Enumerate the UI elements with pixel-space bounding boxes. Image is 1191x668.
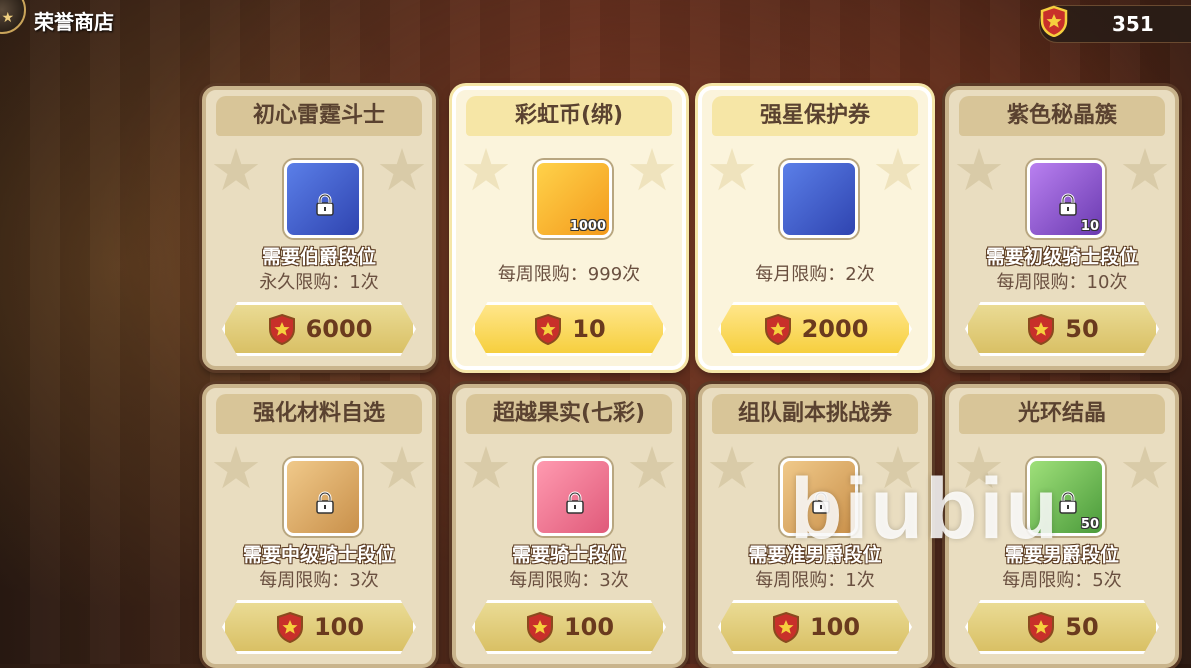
purchase-limit: 每月限购：2次: [755, 264, 875, 285]
purchase-limit: 每周限购：999次: [497, 264, 641, 285]
shop-item-card[interactable]: ★ ★ 彩虹币(绑) 1000 每周限购：999次 10: [452, 86, 686, 370]
item-icon-frame[interactable]: [284, 458, 362, 536]
honor-shield-icon: [535, 313, 562, 345]
buy-button[interactable]: 100: [222, 600, 416, 654]
item-name: 初心雷霆斗士: [216, 96, 422, 136]
star-decoration-icon: ★: [706, 434, 758, 502]
item-name: 紫色秘晶簇: [959, 96, 1165, 136]
item-price: 2000: [801, 315, 869, 343]
item-icon-frame[interactable]: [534, 458, 612, 536]
header-bar: ★ 荣誉商店 351: [0, 0, 1191, 43]
star-decoration-icon: ★: [1119, 434, 1171, 502]
purchase-limit: 每周限购：5次: [1002, 570, 1122, 591]
star-decoration-icon: ★: [626, 434, 678, 502]
item-price: 100: [563, 613, 615, 641]
item-icon-frame[interactable]: [780, 160, 858, 238]
honor-shield-icon: [764, 313, 791, 345]
star-decoration-icon: ★: [953, 136, 1005, 204]
item-icon-frame[interactable]: 10: [1027, 160, 1105, 238]
item-price: 100: [809, 613, 861, 641]
star-decoration-icon: ★: [626, 136, 678, 204]
item-quantity: 10: [1080, 219, 1099, 234]
item-icon-frame[interactable]: [284, 160, 362, 238]
buy-button[interactable]: 6000: [222, 302, 416, 356]
honor-shield-icon: [276, 611, 303, 643]
watermark-text: biubiu: [790, 461, 1060, 557]
honor-shield-icon: [526, 611, 553, 643]
buy-button[interactable]: 100: [718, 600, 912, 654]
item-name: 强化材料自选: [216, 394, 422, 434]
item-icon-frame[interactable]: 1000: [534, 160, 612, 238]
rank-requirement: 需要骑士段位: [511, 544, 626, 566]
item-name: 强星保护券: [712, 96, 918, 136]
buy-button[interactable]: 50: [965, 600, 1159, 654]
star-decoration-icon: ★: [376, 434, 428, 502]
purchase-limit: 每周限购：3次: [259, 570, 379, 591]
honor-shield-icon: [1028, 611, 1055, 643]
shop-item-card[interactable]: ★ ★ 超越果实(七彩) 需要骑士段位 每周限购：3次 100: [452, 384, 686, 668]
rank-requirement: 需要初级骑士段位: [985, 246, 1138, 268]
shop-item-card[interactable]: ★ ★ 强化材料自选需要中级骑士段位 每周限购：3次 100: [202, 384, 436, 668]
star-decoration-icon: ★: [1119, 136, 1171, 204]
item-price: 50: [1065, 315, 1099, 343]
shop-item-card[interactable]: ★ ★ 紫色秘晶簇 10 需要初级骑士段位 每周限购：10次 50: [945, 86, 1179, 370]
star-decoration-icon: ★: [460, 434, 512, 502]
shop-item-card[interactable]: ★ ★ 初心雷霆斗士需要伯爵段位 永久限购：1次 6000: [202, 86, 436, 370]
item-name: 组队副本挑战券: [712, 394, 918, 434]
item-name: 光环结晶: [959, 394, 1165, 434]
item-name: 超越果实(七彩): [466, 394, 672, 434]
purchase-limit: 永久限购：1次: [259, 272, 379, 293]
rank-requirement: 需要中级骑士段位: [242, 544, 395, 566]
star-decoration-icon: ★: [872, 136, 924, 204]
buy-button[interactable]: 2000: [718, 302, 912, 356]
item-price: 6000: [305, 315, 373, 343]
star-decoration-icon: ★: [460, 136, 512, 204]
lock-icon: [316, 491, 334, 514]
item-price: 50: [1065, 613, 1099, 641]
rank-requirement: 需要伯爵段位: [261, 246, 376, 268]
honor-shield-icon: [772, 611, 799, 643]
lock-icon: [1059, 193, 1077, 216]
item-price: 10: [572, 315, 606, 343]
currency-amount: 351: [1112, 12, 1154, 36]
back-arrow-icon: ★: [1, 10, 14, 26]
item-quantity: 50: [1080, 517, 1099, 532]
buy-button[interactable]: 10: [472, 302, 666, 356]
star-decoration-icon: ★: [376, 136, 428, 204]
honor-shield-icon: [268, 313, 295, 345]
star-decoration-icon: ★: [210, 434, 262, 502]
item-price: 100: [313, 613, 365, 641]
honor-shield-icon: [1028, 313, 1055, 345]
buy-button[interactable]: 50: [965, 302, 1159, 356]
star-decoration-icon: ★: [706, 136, 758, 204]
shop-item-grid: ★ ★ 初心雷霆斗士 需要伯爵段位 永久限购：1次 6000 ★ ★ 彩虹币(绑) 1000 每周限…: [202, 86, 1191, 668]
back-button[interactable]: ★: [0, 0, 26, 34]
lock-icon: [316, 193, 334, 216]
buy-button[interactable]: 100: [472, 600, 666, 654]
honor-shield-icon: [1040, 5, 1068, 37]
item-name: 彩虹币(绑): [466, 96, 672, 136]
lock-icon: [566, 491, 584, 514]
purchase-limit: 每周限购：3次: [509, 570, 629, 591]
shop-item-card[interactable]: ★ ★ 强星保护券每月限购：2次 2000: [698, 86, 932, 370]
honor-currency-display: 351: [1039, 5, 1191, 43]
page-title: 荣誉商店: [34, 10, 114, 34]
star-decoration-icon: ★: [210, 136, 262, 204]
purchase-limit: 每周限购：1次: [755, 570, 875, 591]
item-quantity: 1000: [569, 219, 606, 234]
purchase-limit: 每周限购：10次: [996, 272, 1128, 293]
star-protect-ticket-icon: [783, 163, 855, 235]
